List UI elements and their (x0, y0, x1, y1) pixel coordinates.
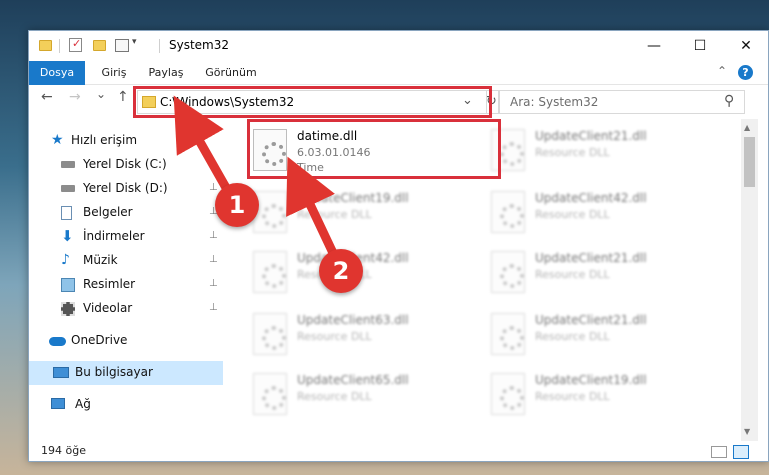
step-callout-1: 1 (215, 183, 259, 227)
step-callout-2: 2 (319, 249, 363, 293)
arrow-to-address-bar (173, 95, 234, 198)
arrow-to-file (286, 156, 338, 258)
file-explorer-window: ✓ ▾ System32 — ☐ ✕ Dosya Giriş Paylaş Gö… (28, 30, 769, 462)
annotation-arrows (173, 95, 338, 258)
